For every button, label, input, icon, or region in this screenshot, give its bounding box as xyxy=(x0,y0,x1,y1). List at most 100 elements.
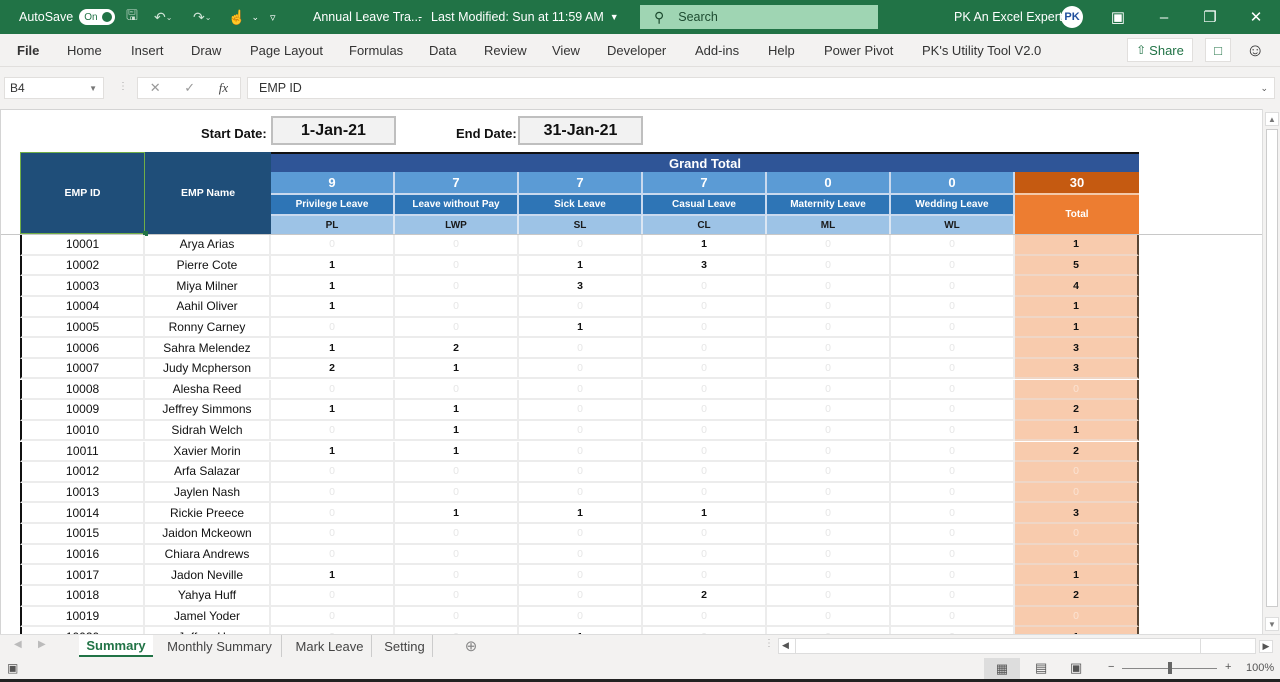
leave-wl-cell[interactable]: 0 xyxy=(891,482,1015,504)
leave-cl-cell[interactable]: 0 xyxy=(643,338,767,359)
leave-wl-cell[interactable]: 0 xyxy=(891,462,1015,483)
leave-ml-cell[interactable]: 0 xyxy=(767,462,891,483)
tab-add-ins[interactable]: Add-ins xyxy=(695,34,739,67)
leave-ml-cell[interactable]: 0 xyxy=(767,586,891,607)
leave-cl-cell[interactable]: 1 xyxy=(643,235,767,256)
leave-total-cl[interactable]: 7 xyxy=(643,172,767,193)
leave-pl-cell[interactable]: 0 xyxy=(271,586,395,607)
tab-developer[interactable]: Developer xyxy=(607,34,666,67)
leave-cl-cell[interactable]: 0 xyxy=(643,420,767,442)
leave-lwp-cell[interactable]: 0 xyxy=(395,235,519,256)
leave-sl-cell[interactable]: 0 xyxy=(519,482,643,504)
leave-sl-cell[interactable]: 0 xyxy=(519,441,643,463)
sheet-tab-mark-leave[interactable]: Mark Leave xyxy=(288,635,372,657)
leave-lwp-cell[interactable]: 0 xyxy=(395,565,519,586)
row-total-cell[interactable]: 1 xyxy=(1015,420,1139,442)
leave-sl-cell[interactable]: 0 xyxy=(519,400,643,421)
leave-ml-cell[interactable]: 0 xyxy=(767,565,891,586)
tab-view[interactable]: View xyxy=(552,34,580,67)
leave-ml-cell[interactable]: 0 xyxy=(767,400,891,421)
leave-code-pl[interactable]: PL xyxy=(271,214,395,234)
leave-cl-cell[interactable]: 0 xyxy=(643,317,767,339)
emp-name-cell[interactable]: Jeffrey Simmons xyxy=(145,400,271,421)
leave-code-cl[interactable]: CL xyxy=(643,214,767,234)
tab-splitter-handle[interactable]: ⋮ xyxy=(764,638,774,649)
leave-ml-cell[interactable]: 0 xyxy=(767,420,891,442)
horizontal-scrollbar[interactable]: ◀ ▶ xyxy=(778,638,1273,654)
prev-sheet-icon[interactable]: ◀ xyxy=(14,639,22,650)
emp-id-cell[interactable]: 10016 xyxy=(20,544,145,566)
sheet-tab-monthly-summary[interactable]: Monthly Summary xyxy=(158,635,282,657)
emp-name-cell[interactable]: Jadon Neville xyxy=(145,565,271,586)
scroll-down-icon[interactable]: ▼ xyxy=(1265,617,1279,631)
restore-icon[interactable]: ❐ xyxy=(1187,0,1233,34)
emp-id-cell[interactable]: 10006 xyxy=(20,338,145,359)
tab-data[interactable]: Data xyxy=(429,34,456,67)
row-total-cell[interactable]: 5 xyxy=(1015,255,1139,277)
tab-review[interactable]: Review xyxy=(484,34,527,67)
undo-icon[interactable]: ↶ ⌄ xyxy=(154,0,172,34)
leave-wl-cell[interactable]: 0 xyxy=(891,606,1015,628)
minimize-icon[interactable]: – xyxy=(1141,0,1187,34)
header-emp-id[interactable]: EMP ID xyxy=(20,152,145,234)
tab-formulas[interactable]: Formulas xyxy=(349,34,403,67)
emp-id-cell[interactable]: 10007 xyxy=(20,358,145,380)
scroll-up-icon[interactable]: ▲ xyxy=(1265,112,1279,126)
leave-cl-cell[interactable]: 0 xyxy=(643,606,767,628)
row-total-cell[interactable]: 0 xyxy=(1015,544,1139,566)
emp-name-cell[interactable]: Jamel Yoder xyxy=(145,606,271,628)
row-total-cell[interactable]: 1 xyxy=(1015,235,1139,256)
worksheet-grid[interactable]: Start Date: 1-Jan-21 End Date: 31-Jan-21… xyxy=(0,109,1262,634)
leave-wl-cell[interactable]: 0 xyxy=(891,400,1015,421)
tab-power-pivot[interactable]: Power Pivot xyxy=(824,34,893,67)
vertical-scroll-thumb[interactable] xyxy=(1266,129,1278,607)
leave-pl-cell[interactable]: 1 xyxy=(271,441,395,463)
normal-view-icon[interactable]: ▦ xyxy=(984,658,1020,679)
leave-sl-cell[interactable]: 0 xyxy=(519,338,643,359)
leave-total-lwp[interactable]: 7 xyxy=(395,172,519,193)
leave-pl-cell[interactable]: 2 xyxy=(271,358,395,380)
user-name[interactable]: PK An Excel Expert xyxy=(954,0,1062,34)
leave-lwp-cell[interactable]: 0 xyxy=(395,276,519,297)
leave-pl-cell[interactable]: 0 xyxy=(271,606,395,628)
row-total-cell[interactable]: 1 xyxy=(1015,317,1139,339)
emp-name-cell[interactable]: Rickie Preece xyxy=(145,503,271,525)
leave-wl-cell[interactable]: 0 xyxy=(891,586,1015,607)
leave-cl-cell[interactable]: 1 xyxy=(643,503,767,525)
emp-id-cell[interactable]: 10017 xyxy=(20,565,145,586)
name-box-dropdown-icon[interactable]: ▼ xyxy=(89,84,97,93)
emp-id-cell[interactable]: 10005 xyxy=(20,317,145,339)
leave-sl-cell[interactable]: 0 xyxy=(519,524,643,545)
leave-name-cl[interactable]: Casual Leave xyxy=(643,193,767,214)
row-total-cell[interactable]: 3 xyxy=(1015,338,1139,359)
row-total-cell[interactable]: 0 xyxy=(1015,606,1139,628)
expand-formula-bar-icon[interactable]: ⌄ xyxy=(1260,83,1268,94)
leave-lwp-cell[interactable]: 1 xyxy=(395,441,519,463)
leave-ml-cell[interactable]: 0 xyxy=(767,503,891,525)
emp-id-cell[interactable]: 10008 xyxy=(20,379,145,401)
leave-lwp-cell[interactable]: 0 xyxy=(395,606,519,628)
emp-id-cell[interactable]: 10003 xyxy=(20,276,145,297)
macro-recording-icon[interactable]: ▣ xyxy=(7,661,18,675)
emp-name-cell[interactable]: Arya Arias xyxy=(145,235,271,256)
leave-name-pl[interactable]: Privilege Leave xyxy=(271,193,395,214)
emp-id-cell[interactable]: 10010 xyxy=(20,420,145,442)
leave-lwp-cell[interactable]: 1 xyxy=(395,358,519,380)
leave-code-sl[interactable]: SL xyxy=(519,214,643,234)
leave-cl-cell[interactable]: 0 xyxy=(643,482,767,504)
emp-name-cell[interactable]: Ronny Carney xyxy=(145,317,271,339)
leave-sl-cell[interactable]: 0 xyxy=(519,296,643,318)
page-layout-view-icon[interactable]: ▤ xyxy=(1035,660,1047,676)
leave-lwp-cell[interactable]: 0 xyxy=(395,317,519,339)
next-sheet-icon[interactable]: ▶ xyxy=(38,639,46,650)
sheet-tab-setting[interactable]: Setting xyxy=(377,635,433,657)
leave-pl-cell[interactable]: 0 xyxy=(271,544,395,566)
emp-name-cell[interactable]: Jaylen Nash xyxy=(145,482,271,504)
insert-function-icon[interactable]: fx xyxy=(219,80,228,96)
ribbon-display-options-icon[interactable]: ▣ xyxy=(1095,0,1141,34)
emp-id-cell[interactable]: 10014 xyxy=(20,503,145,525)
leave-ml-cell[interactable]: 0 xyxy=(767,482,891,504)
leave-ml-cell[interactable]: 0 xyxy=(767,379,891,401)
leave-lwp-cell[interactable]: 0 xyxy=(395,544,519,566)
leave-ml-cell[interactable]: 0 xyxy=(767,338,891,359)
